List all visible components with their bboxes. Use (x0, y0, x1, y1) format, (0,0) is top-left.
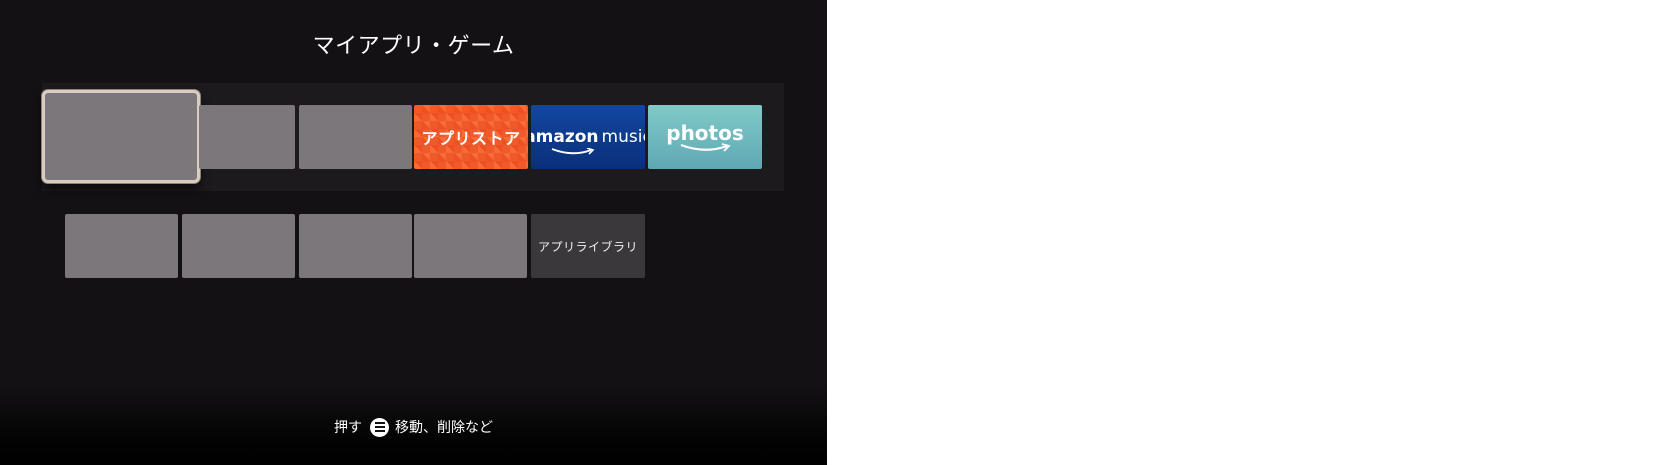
app-tile-row2-2[interactable] (182, 214, 295, 278)
photos-smile-icon (680, 143, 731, 152)
amazon-photos-logo: photos (648, 105, 762, 169)
app-tile-row2-4[interactable] (414, 214, 527, 278)
app-tile-2[interactable] (199, 105, 295, 169)
app-library-tile[interactable]: アプリライブラリ (531, 214, 645, 278)
app-tile-focused[interactable] (42, 90, 200, 183)
hint-press-label: 押す (334, 420, 362, 436)
app-tile-row2-1[interactable] (65, 214, 178, 278)
app-library-label: アプリライブラリ (537, 239, 638, 254)
amazon-smile-icon (551, 141, 595, 160)
bottom-hint: 押す 移動、削除など (0, 417, 827, 437)
app-tile-row2-3[interactable] (299, 214, 412, 278)
app-store-label: アプリストア (421, 129, 521, 148)
app-store-tile[interactable]: アプリストア (414, 105, 528, 169)
tv-screen: マイアプリ・ゲーム アプリストア amazon music photos (0, 0, 827, 465)
amazon-music-tile[interactable]: amazon music (531, 105, 645, 169)
amazon-photos-tile[interactable]: photos (648, 105, 762, 169)
photos-label: photos (666, 121, 744, 145)
menu-icon (370, 417, 389, 437)
hint-action-label: 移動、削除など (395, 420, 493, 436)
amazon-music-label: music (601, 127, 645, 147)
app-tile-3[interactable] (299, 105, 412, 169)
page-title: マイアプリ・ゲーム (312, 34, 515, 59)
